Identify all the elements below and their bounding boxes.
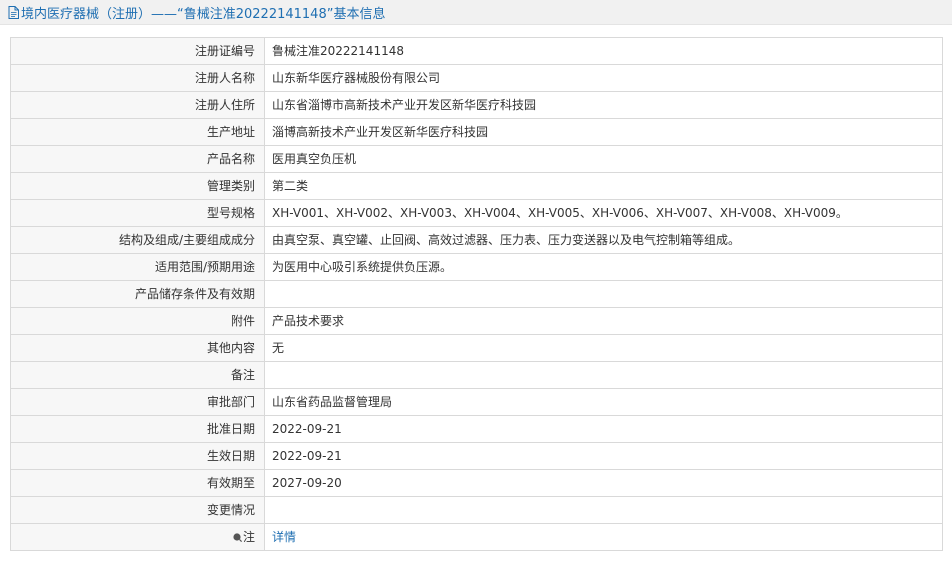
field-value: 鲁械注准20222141148 — [264, 37, 943, 65]
table-row: 适用范围/预期用途 为医用中心吸引系统提供负压源。 — [10, 253, 943, 281]
field-value: 第二类 — [264, 172, 943, 200]
note-label: 注 — [242, 530, 255, 544]
info-table: 注册证编号 鲁械注准20222141148 注册人名称 山东新华医疗器械股份有限… — [10, 37, 943, 551]
field-label: 注册人名称 — [10, 64, 265, 92]
table-row: 产品名称 医用真空负压机 — [10, 145, 943, 173]
field-label: 生产地址 — [10, 118, 265, 146]
field-value: 无 — [264, 334, 943, 362]
table-row: 备注 — [10, 361, 943, 389]
field-value — [264, 361, 943, 389]
table-row: 附件 产品技术要求 — [10, 307, 943, 335]
note-label-cell: 注 — [10, 523, 265, 551]
field-label: 生效日期 — [10, 442, 265, 470]
table-row: 管理类别 第二类 — [10, 172, 943, 200]
table-row: 注册人名称 山东新华医疗器械股份有限公司 — [10, 64, 943, 92]
page-title-bar: 境内医疗器械（注册）——“鲁械注准20222141148”基本信息 — [0, 0, 952, 25]
table-row: 注册人住所 山东省淄博市高新技术产业开发区新华医疗科技园 — [10, 91, 943, 119]
field-value: 山东省淄博市高新技术产业开发区新华医疗科技园 — [264, 91, 943, 119]
field-label: 批准日期 — [10, 415, 265, 443]
table-row: 型号规格 XH-V001、XH-V002、XH-V003、XH-V004、XH-… — [10, 199, 943, 227]
field-value — [264, 280, 943, 308]
field-value: 山东新华医疗器械股份有限公司 — [264, 64, 943, 92]
table-row: 审批部门 山东省药品监督管理局 — [10, 388, 943, 416]
table-row: 变更情况 — [10, 496, 943, 524]
field-value: 产品技术要求 — [264, 307, 943, 335]
field-value: XH-V001、XH-V002、XH-V003、XH-V004、XH-V005、… — [264, 199, 943, 227]
field-label: 注册证编号 — [10, 37, 265, 65]
note-row: 注 详情 — [10, 523, 943, 551]
field-value — [264, 496, 943, 524]
table-row: 生产地址 淄博高新技术产业开发区新华医疗科技园 — [10, 118, 943, 146]
field-value: 2022-09-21 — [264, 415, 943, 443]
field-label: 其他内容 — [10, 334, 265, 362]
table-row: 注册证编号 鲁械注准20222141148 — [10, 37, 943, 65]
table-row: 产品储存条件及有效期 — [10, 280, 943, 308]
field-label: 型号规格 — [10, 199, 265, 227]
field-value: 2022-09-21 — [264, 442, 943, 470]
field-label: 适用范围/预期用途 — [10, 253, 265, 281]
table-row: 批准日期 2022-09-21 — [10, 415, 943, 443]
field-label: 备注 — [10, 361, 265, 389]
field-value: 为医用中心吸引系统提供负压源。 — [264, 253, 943, 281]
table-row: 生效日期 2022-09-21 — [10, 442, 943, 470]
table-row: 有效期至 2027-09-20 — [10, 469, 943, 497]
field-label: 变更情况 — [10, 496, 265, 524]
details-link[interactable]: 详情 — [272, 530, 296, 544]
field-label: 管理类别 — [10, 172, 265, 200]
field-label: 附件 — [10, 307, 265, 335]
info-table-container: 注册证编号 鲁械注准20222141148 注册人名称 山东新华医疗器械股份有限… — [10, 37, 943, 551]
field-value: 医用真空负压机 — [264, 145, 943, 173]
document-icon — [8, 5, 19, 19]
field-value: 山东省药品监督管理局 — [264, 388, 943, 416]
field-label: 产品名称 — [10, 145, 265, 173]
bullet-note-icon — [233, 533, 242, 542]
field-label: 注册人住所 — [10, 91, 265, 119]
page-title: 境内医疗器械（注册）——“鲁械注准20222141148”基本信息 — [21, 6, 386, 22]
field-label: 结构及组成/主要组成成分 — [10, 226, 265, 254]
field-label: 产品储存条件及有效期 — [10, 280, 265, 308]
field-value: 淄博高新技术产业开发区新华医疗科技园 — [264, 118, 943, 146]
field-value: 由真空泵、真空罐、止回阀、高效过滤器、压力表、压力变送器以及电气控制箱等组成。 — [264, 226, 943, 254]
field-label: 审批部门 — [10, 388, 265, 416]
note-value-cell: 详情 — [264, 523, 943, 551]
field-label: 有效期至 — [10, 469, 265, 497]
table-row: 其他内容 无 — [10, 334, 943, 362]
field-value: 2027-09-20 — [264, 469, 943, 497]
table-row: 结构及组成/主要组成成分 由真空泵、真空罐、止回阀、高效过滤器、压力表、压力变送… — [10, 226, 943, 254]
